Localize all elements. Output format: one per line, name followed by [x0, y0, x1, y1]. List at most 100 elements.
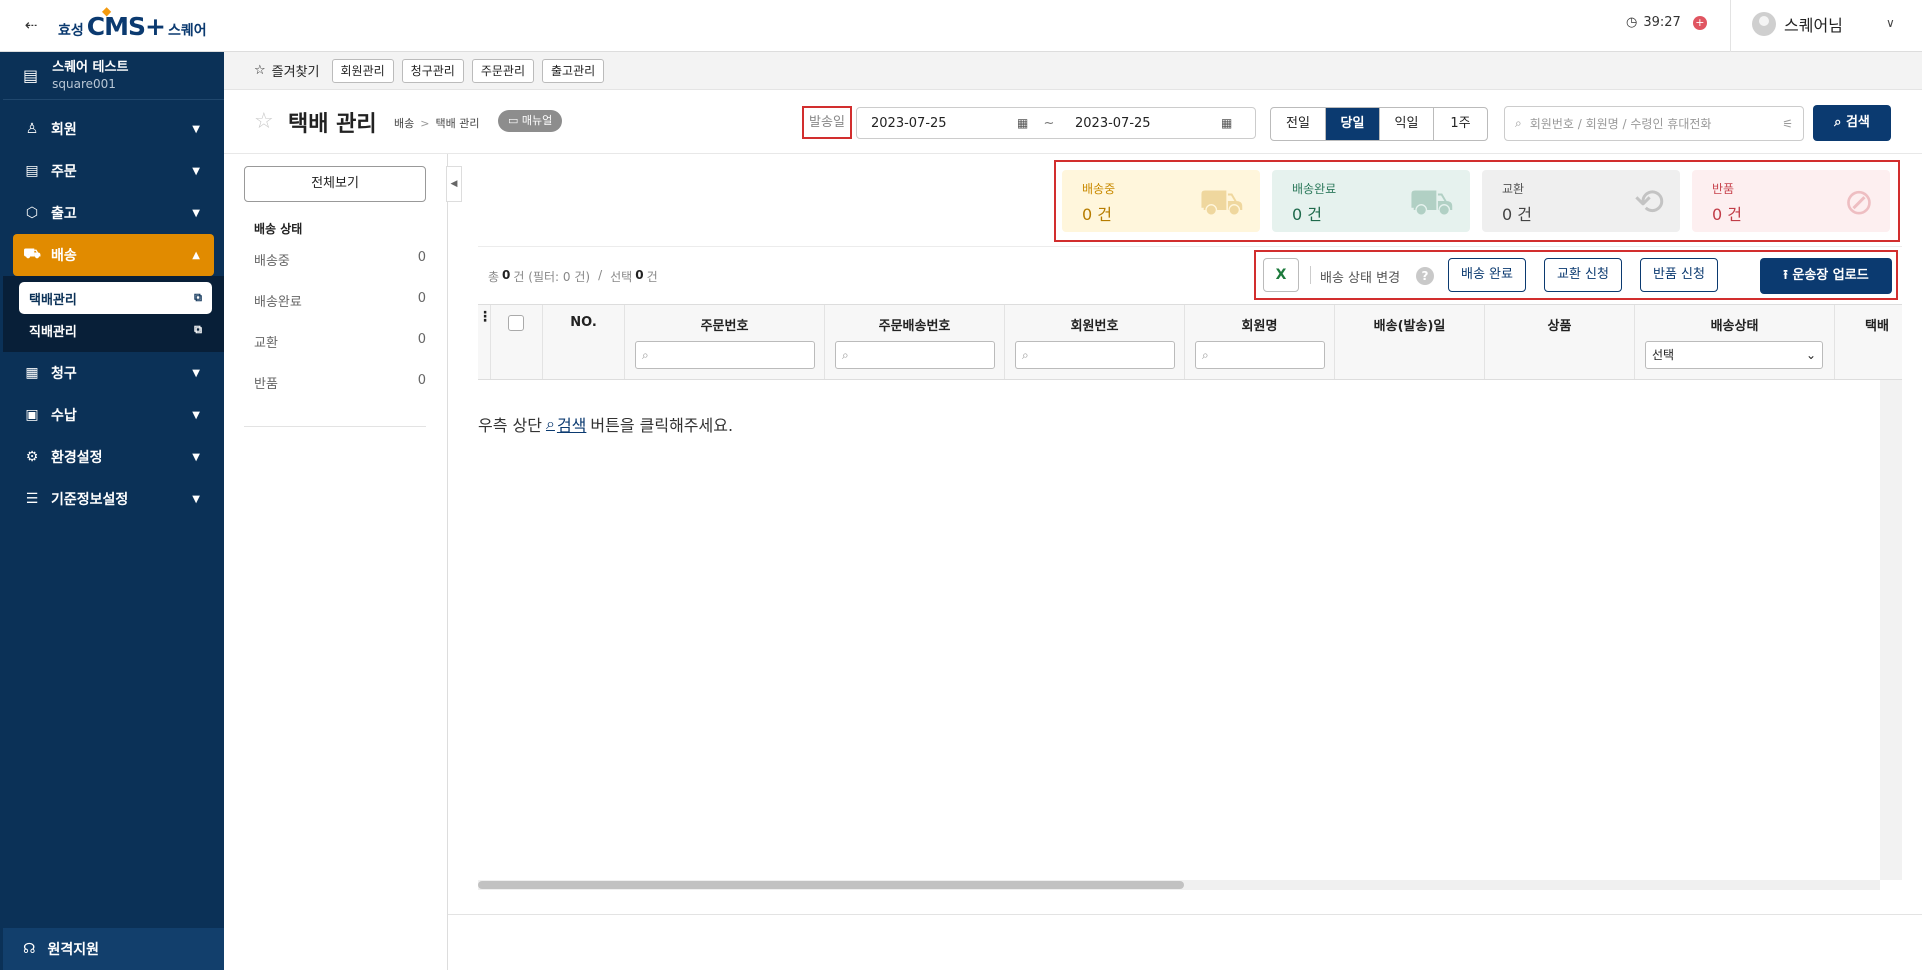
caret-down-icon: ▼ [192, 367, 200, 379]
favorite-chip[interactable]: 주문관리 [471, 58, 535, 83]
select-all-checkbox[interactable] [508, 315, 524, 331]
range-today-button[interactable]: 당일 [1325, 108, 1379, 140]
horizontal-scrollbar[interactable] [478, 880, 1880, 890]
upload-waybill-button[interactable]: ⭱ 운송장 업로드 [1760, 258, 1892, 294]
vertical-scrollbar[interactable] [1880, 380, 1902, 880]
column-header: 배송(발송)일 [1373, 319, 1446, 334]
summary-selected-count: 0 [635, 268, 644, 282]
complete-delivery-button[interactable]: 배송 완료 [1448, 258, 1526, 292]
truck-check-icon: ⛟ [1408, 182, 1454, 223]
favorites-title: ☆ 즐겨찾기 [254, 61, 320, 80]
column-member-no[interactable]: 회원번호 ⌕ [1004, 305, 1184, 379]
column-member-name[interactable]: 회원명 ⌕ [1184, 305, 1334, 379]
member-name-filter-input[interactable]: ⌕ [1195, 341, 1325, 369]
card-exchange[interactable]: 교환 0 건 ⟲ [1482, 170, 1680, 232]
calendar-icon[interactable]: ▦ [1221, 116, 1241, 130]
card-return[interactable]: 반품 0 건 ⊘ [1692, 170, 1890, 232]
column-delivery-status[interactable]: 배송상태 선택 ⌄ [1634, 305, 1834, 379]
order-delivery-no-filter-input[interactable]: ⌕ [835, 341, 995, 369]
column-header: 주문배송번호 [878, 319, 951, 334]
caret-down-icon: ▼ [192, 123, 200, 135]
logo-square: 스퀘어 [167, 23, 207, 39]
view-all-button[interactable]: 전체보기 [244, 166, 426, 202]
column-menu[interactable]: ⋮ [478, 305, 492, 379]
app-logo[interactable]: 효성 CMS+ 스퀘어 ◆ [58, 4, 207, 41]
sidebar-collapse-icon[interactable]: ⇠ [20, 14, 42, 36]
filter-settings-icon[interactable]: ⚟ [1782, 117, 1793, 131]
sidebar-item-billing[interactable]: ▦ 청구 ▼ [3, 352, 224, 394]
status-item-return[interactable]: 반품 0 [254, 373, 426, 414]
gear-icon: ⚙ [25, 449, 39, 465]
request-return-button[interactable]: 반품 신청 [1640, 258, 1718, 292]
favorite-chip[interactable]: 출고관리 [542, 58, 605, 83]
excel-download-icon[interactable]: X [1263, 258, 1299, 292]
range-next-day-button[interactable]: 익일 [1379, 108, 1433, 140]
sidebar-subitem-direct[interactable]: 직배관리 ⧉ [19, 314, 212, 346]
favorite-star-icon[interactable]: ☆ [254, 109, 274, 134]
page-title: 택배 관리 [288, 112, 377, 137]
manual-button[interactable]: ▭ 매뉴얼 [498, 110, 563, 132]
order-no-filter-input[interactable]: ⌕ [635, 341, 815, 369]
calendar-icon[interactable]: ▦ [1017, 116, 1037, 130]
sidebar-item-label: 청구 [51, 366, 77, 382]
sidebar-item-payment[interactable]: ▣ 수납 ▼ [3, 394, 224, 436]
page-header: ☆ 택배 관리 배송 > 택배 관리 ▭ 매뉴얼 발송일 2023-07-25 … [224, 90, 1922, 154]
external-link-icon[interactable]: ⧉ [194, 323, 202, 337]
external-link-icon[interactable]: ⧉ [194, 291, 202, 305]
search-link[interactable]: ⌕ 검색 [546, 412, 586, 436]
remote-support-button[interactable]: ☊ 원격지원 [3, 928, 224, 970]
breadcrumb-item[interactable]: 택배 관리 [435, 115, 479, 131]
search-button[interactable]: ⌕ 검색 [1813, 105, 1891, 141]
sidebar-item-order[interactable]: ▤ 주문 ▼ [3, 150, 224, 192]
sidebar-item-base-info[interactable]: ☰ 기준정보설정 ▼ [3, 478, 224, 520]
org-info: ▤ 스퀘어 테스트 square001 [3, 52, 224, 100]
status-label: 배송완료 [254, 295, 302, 310]
sidebar-item-delivery[interactable]: ⛟ 배송 ▲ [13, 234, 214, 276]
kebab-menu-icon[interactable]: ⋮ [478, 309, 492, 325]
date-to-field[interactable]: 2023-07-25 [1061, 116, 1221, 131]
card-shipping[interactable]: 배송중 0 건 ⛟ [1062, 170, 1260, 232]
date-range-picker[interactable]: 2023-07-25 ▦ ~ 2023-07-25 ▦ [856, 107, 1256, 139]
logo-hyosung: 효성 [58, 23, 84, 39]
status-item-delivered[interactable]: 배송완료 0 [254, 291, 426, 332]
card-delivered[interactable]: 배송완료 0 건 ⛟ [1272, 170, 1470, 232]
date-from-field[interactable]: 2023-07-25 [857, 116, 1017, 131]
sidebar-item-settings[interactable]: ⚙ 환경설정 ▼ [3, 436, 224, 478]
favorite-chip[interactable]: 청구관리 [401, 58, 464, 83]
breadcrumb-item[interactable]: 배송 [394, 115, 414, 131]
date-type-label[interactable]: 발송일 [802, 106, 852, 139]
session-timer-value: 39:27 [1643, 15, 1681, 30]
book-icon: ▭ [508, 114, 519, 127]
empty-text: 우측 상단 [478, 416, 542, 435]
search-input[interactable]: ⌕ 회원번호 / 회원명 / 수령인 휴대전화 ⚟ [1504, 106, 1804, 141]
range-week-button[interactable]: 1주 [1433, 108, 1487, 140]
status-item-shipping[interactable]: 배송중 0 [254, 250, 426, 291]
column-ship-date[interactable]: 배송(발송)일 [1334, 305, 1484, 379]
date-range-separator: ~ [1043, 115, 1055, 131]
sidebar-item-member[interactable]: ♙ 회원 ▼ [3, 108, 224, 150]
user-menu[interactable]: 스퀘어님 [1752, 12, 1843, 36]
headset-icon: ☊ [23, 941, 36, 957]
status-item-exchange[interactable]: 교환 0 [254, 332, 426, 373]
extend-session-icon[interactable]: + [1692, 15, 1707, 30]
column-order-delivery-no[interactable]: 주문배송번호 ⌕ [824, 305, 1004, 379]
column-no[interactable]: NO. [542, 305, 624, 379]
sidebar-item-release[interactable]: ⬡ 출고 ▼ [3, 192, 224, 234]
member-no-filter-input[interactable]: ⌕ [1015, 341, 1175, 369]
help-icon[interactable]: ? [1416, 267, 1434, 285]
column-courier[interactable]: 택배 [1834, 305, 1902, 379]
search-link-label: 검색 [556, 416, 587, 435]
chevron-down-icon[interactable]: ∨ [1886, 16, 1895, 30]
summary-text: 선택 [610, 270, 633, 284]
sidebar-subitem-label: 택배관리 [29, 292, 77, 308]
delivery-status-select[interactable]: 선택 ⌄ [1645, 341, 1823, 369]
summary-separator: / [598, 268, 603, 282]
request-exchange-button[interactable]: 교환 신청 [1544, 258, 1622, 292]
column-header: NO. [570, 315, 597, 330]
favorite-chip[interactable]: 회원관리 [331, 58, 394, 83]
column-product[interactable]: 상품 [1484, 305, 1634, 379]
column-order-no[interactable]: 주문번호 ⌕ [624, 305, 824, 379]
scrollbar-thumb[interactable] [478, 881, 1184, 889]
sidebar-subitem-parcel[interactable]: 택배관리 ⧉ [19, 282, 212, 314]
range-prev-day-button[interactable]: 전일 [1271, 108, 1325, 140]
